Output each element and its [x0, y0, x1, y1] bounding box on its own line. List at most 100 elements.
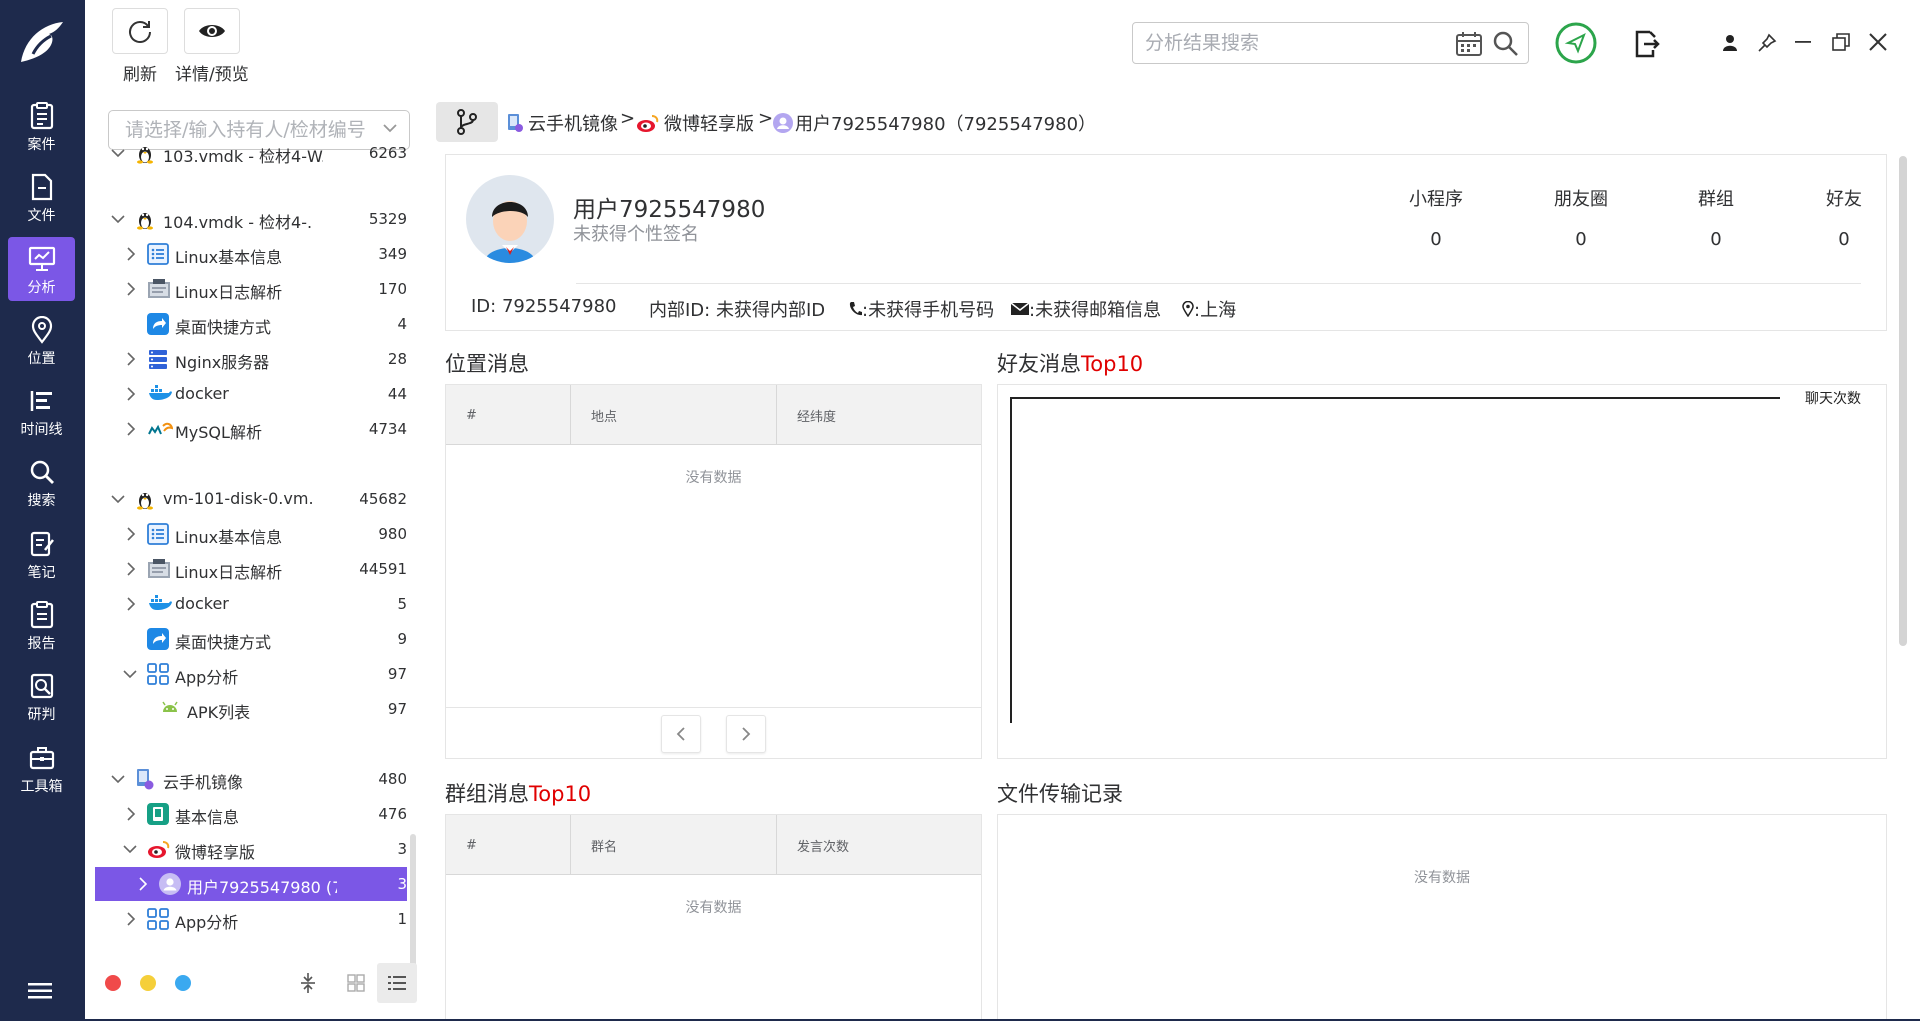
red-dot-icon[interactable]	[105, 975, 121, 991]
detail-preview-button[interactable]: 详情/预览	[175, 8, 249, 85]
profile-name: 用户7925547980	[573, 197, 766, 223]
column-header[interactable]: #	[446, 385, 571, 445]
nav-item-judge[interactable]: 研判	[8, 664, 75, 728]
pin-icon[interactable]	[1757, 33, 1777, 53]
chevron-down-icon[interactable]	[123, 670, 137, 679]
list-view-icon[interactable]	[377, 963, 417, 1003]
tree-group[interactable]: 云手机镜像 480	[95, 762, 407, 796]
nav-item-analysis[interactable]: 分析	[8, 237, 75, 301]
tree-group[interactable]: 104.vmdk - 检材4-... 5329	[95, 202, 407, 236]
breadcrumb-item-user[interactable]: 用户7925547980（7925547980）	[773, 110, 1096, 136]
chevron-down-icon[interactable]	[111, 149, 125, 158]
breadcrumb-item-cloud-phone[interactable]: 云手机镜像	[506, 110, 618, 136]
nav-item-timeline[interactable]: 时间线	[8, 379, 75, 443]
tree-item[interactable]: APK列表 97	[95, 692, 407, 726]
chevron-right-icon[interactable]	[139, 877, 148, 891]
collapse-all-icon[interactable]	[300, 972, 316, 994]
tree-item[interactable]: docker 44	[95, 377, 407, 411]
send-status-icon[interactable]	[1554, 21, 1598, 65]
nav-item-toolbox[interactable]: 工具箱	[8, 736, 75, 800]
tree-item[interactable]: MySQL解析 4734	[95, 412, 407, 446]
restore-icon[interactable]	[1832, 33, 1850, 51]
chevron-right-icon[interactable]	[127, 562, 136, 576]
nav-item-notes[interactable]: 笔记	[8, 522, 75, 586]
chevron-down-icon[interactable]	[111, 495, 125, 504]
close-icon[interactable]	[1869, 33, 1887, 51]
blue-dot-icon[interactable]	[175, 975, 191, 991]
stat-mini-program[interactable]: 小程序 0	[1386, 185, 1486, 250]
nav-item-search[interactable]: 搜索	[8, 450, 75, 514]
nav-item-folder[interactable]: 文件	[8, 165, 75, 229]
result-search-input[interactable]	[1145, 32, 1445, 54]
log-file-icon	[147, 278, 170, 300]
chevron-right-icon[interactable]	[127, 807, 136, 821]
chevron-right-icon[interactable]	[127, 282, 136, 296]
user-icon[interactable]	[1722, 34, 1738, 52]
column-header[interactable]: 群名	[571, 815, 777, 875]
tree-item-count: 980	[378, 525, 407, 543]
breadcrumb-item-weibo[interactable]: 微博轻享版	[636, 110, 754, 136]
nav-item-label: 文件	[27, 208, 56, 224]
eye-icon	[198, 21, 226, 41]
main-scrollbar[interactable]	[1899, 156, 1907, 646]
tree-item[interactable]: 桌面快捷方式 4	[95, 307, 407, 341]
column-header[interactable]: 地点	[571, 385, 777, 445]
profile-signature: 未获得个性签名	[573, 224, 699, 245]
tree-group[interactable]: vm-101-disk-0.vm... 45682	[95, 482, 407, 516]
tree-item[interactable]: App分析 1	[95, 902, 407, 936]
tree-group[interactable]: 103.vmdk - 检材4-W... 6263	[95, 136, 407, 170]
refresh-button[interactable]: 刷新	[112, 8, 168, 85]
chevron-down-icon[interactable]	[111, 775, 125, 784]
chevron-right-icon[interactable]	[127, 247, 136, 261]
branch-button[interactable]	[436, 102, 498, 142]
nav-item-case[interactable]: 案件	[8, 94, 75, 158]
prev-page-button[interactable]	[661, 715, 701, 753]
location-pin-icon	[1182, 301, 1194, 317]
column-header[interactable]: #	[446, 815, 571, 875]
tree-item[interactable]: Nginx服务器 28	[95, 342, 407, 376]
chevron-down-icon[interactable]	[123, 845, 137, 854]
nav-item-report[interactable]: 报告	[8, 593, 75, 657]
column-header[interactable]: 发言次数	[777, 815, 981, 875]
menu-icon[interactable]	[28, 982, 52, 1000]
chevron-right-icon[interactable]	[127, 912, 136, 926]
tree-item[interactable]: 用户7925547980 (7... 3	[95, 867, 407, 901]
tree-item[interactable]: Linux基本信息 980	[95, 517, 407, 551]
yellow-dot-icon[interactable]	[140, 975, 156, 991]
toolbar: 刷新 详情/预览	[85, 0, 1920, 90]
next-page-button[interactable]	[726, 715, 766, 753]
tree-item[interactable]: 微博轻享版 3	[95, 832, 407, 866]
nav-item-location[interactable]: 位置	[8, 308, 75, 372]
stat-groups[interactable]: 群组 0	[1666, 185, 1766, 250]
tree-scrollbar[interactable]	[410, 834, 416, 968]
tree-item[interactable]: docker 5	[95, 587, 407, 621]
tree-item[interactable]: Linux基本信息 349	[95, 237, 407, 271]
chevron-right-icon[interactable]	[127, 352, 136, 366]
profile-location: :上海	[1182, 296, 1236, 322]
chevron-down-icon[interactable]	[383, 124, 397, 133]
chevron-right-icon[interactable]	[127, 387, 136, 401]
chevron-right-icon[interactable]	[127, 422, 136, 436]
tree-item[interactable]: App分析 97	[95, 657, 407, 691]
branch-icon	[456, 109, 478, 135]
chevron-down-icon[interactable]	[111, 215, 125, 224]
export-icon[interactable]	[1634, 30, 1660, 58]
chevron-right-icon[interactable]	[127, 527, 136, 541]
column-header[interactable]: 经纬度	[777, 385, 981, 445]
stat-value: 0	[1838, 229, 1850, 250]
nav-item-label: 研判	[27, 707, 56, 723]
tree-item[interactable]: 基本信息 476	[95, 797, 407, 831]
calendar-icon[interactable]	[1456, 32, 1482, 56]
search-icon[interactable]	[1493, 31, 1519, 57]
grid-view-icon[interactable]	[347, 974, 365, 992]
tree-item[interactable]: Linux日志解析 44591	[95, 552, 407, 586]
docker-icon	[147, 593, 172, 615]
stat-label: 群组	[1698, 189, 1734, 210]
tree-item[interactable]: Linux日志解析 170	[95, 272, 407, 306]
stat-moments[interactable]: 朋友圈 0	[1531, 185, 1631, 250]
chevron-right-icon[interactable]	[127, 597, 136, 611]
profile-email: :未获得邮箱信息	[1011, 296, 1161, 322]
tree-item[interactable]: 桌面快捷方式 9	[95, 622, 407, 656]
stat-friends[interactable]: 好友 0	[1794, 185, 1894, 250]
minimize-icon[interactable]	[1795, 40, 1811, 44]
